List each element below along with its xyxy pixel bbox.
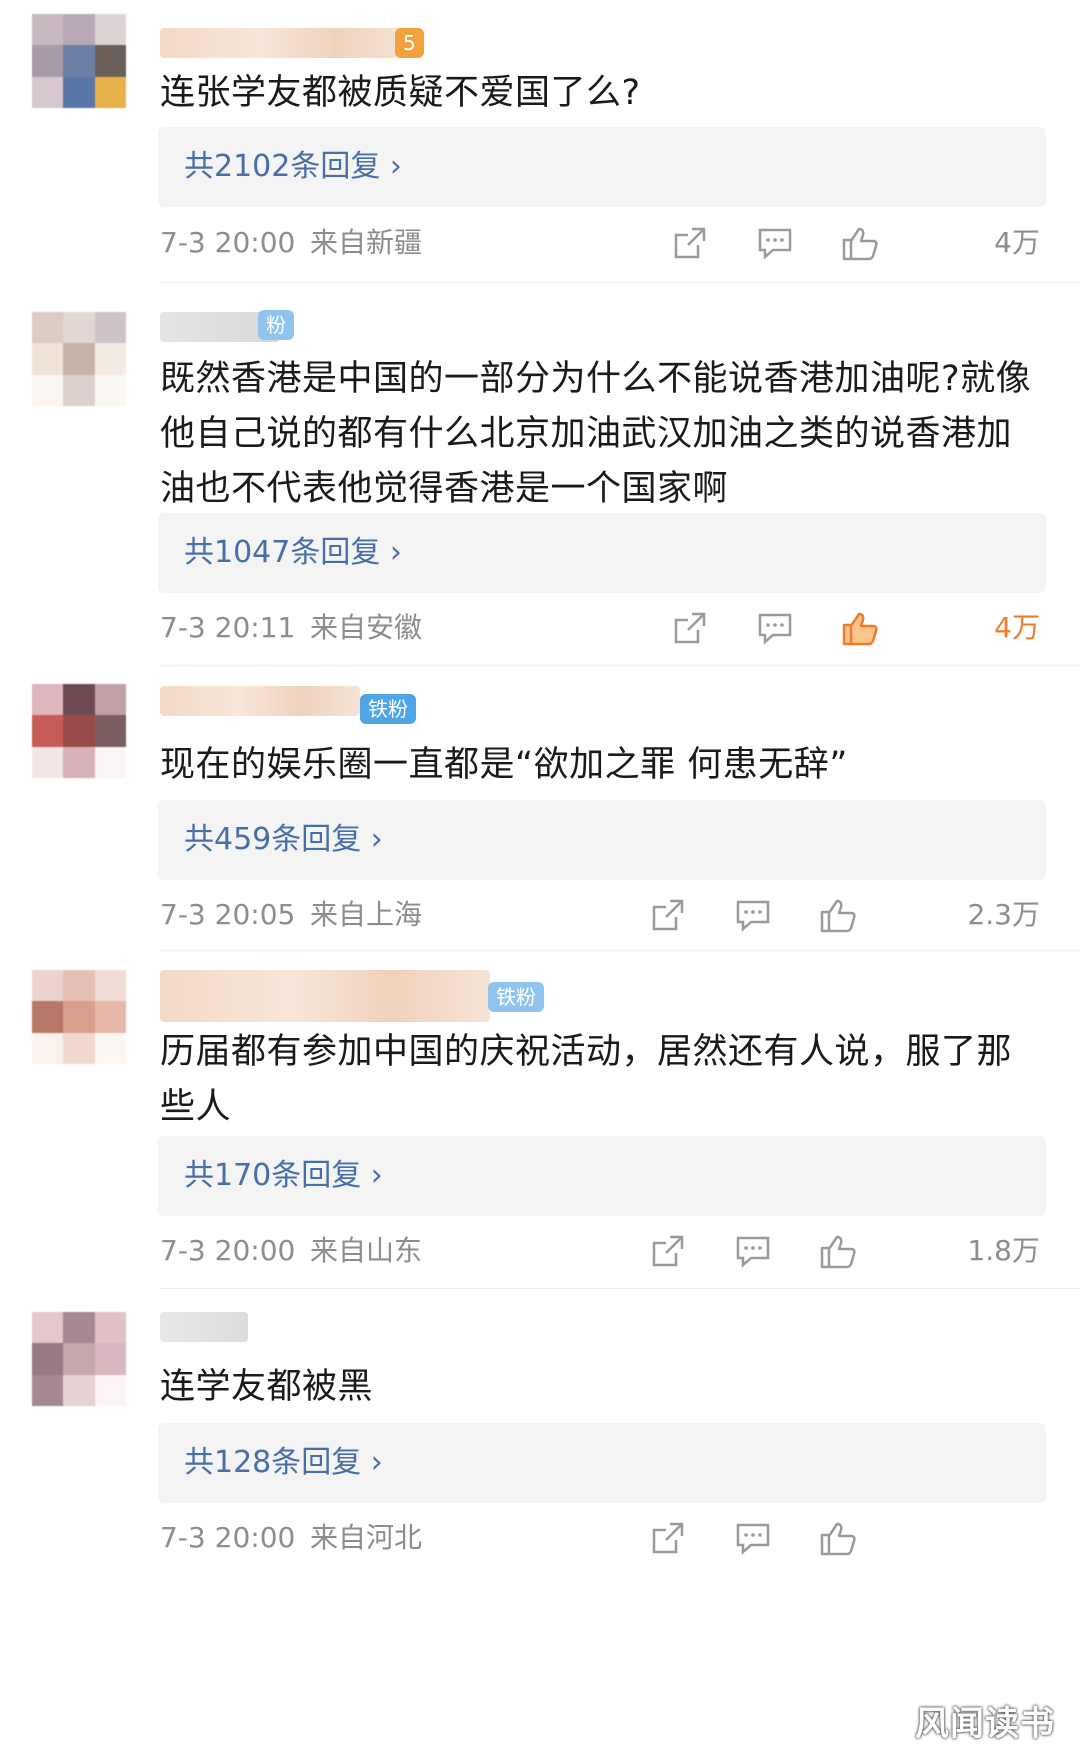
divider	[160, 282, 1080, 283]
share-icon[interactable]	[670, 223, 710, 263]
username[interactable]	[160, 1312, 248, 1342]
comment-icon[interactable]	[733, 1518, 773, 1558]
comment-text: 连张学友都被质疑不爱国了么?	[160, 73, 641, 113]
replies-label: 共459条回复 ›	[184, 822, 383, 857]
fan-badge: 铁粉	[488, 982, 544, 1012]
username[interactable]	[160, 970, 490, 1022]
timestamp: 7-3 20:11	[160, 611, 296, 644]
location: 来自山东	[310, 1234, 423, 1267]
thumbs-up-icon[interactable]	[818, 1231, 858, 1271]
location: 来自新疆	[310, 226, 423, 259]
share-icon[interactable]	[648, 1231, 688, 1271]
comment-text: 既然香港是中国的一部分为什么不能说香港加油呢?就像他自己说的都有什么北京加油武汉…	[160, 359, 1032, 509]
view-replies-button[interactable]: 共170条回复 ›	[158, 1136, 1046, 1216]
timestamp: 7-3 20:00	[160, 226, 296, 259]
watermark: 风闻读书	[915, 1704, 1055, 1744]
comment-meta: 7-3 20:05 来自上海 2.3万	[160, 890, 1040, 940]
avatar[interactable]	[32, 1312, 126, 1406]
like-count: 4万	[994, 226, 1040, 259]
like-count: 4万	[994, 611, 1040, 644]
location: 来自安徽	[310, 611, 423, 644]
replies-label: 共2102条回复 ›	[184, 149, 402, 184]
replies-label: 共128条回复 ›	[184, 1445, 383, 1480]
comment-meta: 7-3 20:00 来自山东 1.8万	[160, 1226, 1040, 1276]
fan-badge: 铁粉	[360, 694, 416, 724]
timestamp: 7-3 20:05	[160, 898, 296, 931]
comment-text: 现在的娱乐圈一直都是“欲加之罪 何患无辞”	[160, 745, 848, 785]
comment-icon[interactable]	[733, 1231, 773, 1271]
replies-label: 共170条回复 ›	[184, 1158, 383, 1193]
avatar[interactable]	[32, 684, 126, 778]
location: 来自上海	[310, 898, 423, 931]
view-replies-button[interactable]: 共2102条回复 ›	[158, 127, 1046, 207]
thumbs-up-icon[interactable]	[818, 895, 858, 935]
view-replies-button[interactable]: 共459条回复 ›	[158, 800, 1046, 880]
comment-meta: 7-3 20:11 来自安徽 4万	[160, 603, 1040, 653]
like-count: 2.3万	[967, 898, 1040, 931]
like-count: 1.8万	[967, 1234, 1040, 1267]
location: 来自河北	[310, 1521, 423, 1554]
view-replies-button[interactable]: 共128条回复 ›	[158, 1423, 1046, 1503]
share-icon[interactable]	[648, 1518, 688, 1558]
comment-meta: 7-3 20:00 来自河北	[160, 1513, 1040, 1563]
avatar[interactable]	[32, 970, 126, 1064]
fan-badge: 粉	[258, 310, 294, 340]
thumbs-up-icon[interactable]	[818, 1518, 858, 1558]
divider	[160, 1288, 1080, 1289]
thumbs-up-icon[interactable]	[840, 223, 880, 263]
comment-icon[interactable]	[755, 223, 795, 263]
avatar[interactable]	[32, 14, 126, 108]
divider	[160, 665, 1080, 666]
comment-text: 历届都有参加中国的庆祝活动，居然还有人说，服了那些人	[160, 1032, 1013, 1127]
level-badge: 5	[395, 28, 424, 58]
thumbs-up-icon-liked[interactable]	[840, 608, 880, 648]
view-replies-button[interactable]: 共1047条回复 ›	[158, 513, 1046, 593]
share-icon[interactable]	[648, 895, 688, 935]
comment-text: 连学友都被黑	[160, 1367, 374, 1407]
comment-meta: 7-3 20:00 来自新疆 4万	[160, 218, 1040, 268]
comment-icon[interactable]	[733, 895, 773, 935]
share-icon[interactable]	[670, 608, 710, 648]
avatar[interactable]	[32, 312, 126, 406]
timestamp: 7-3 20:00	[160, 1521, 296, 1554]
divider	[160, 950, 1080, 951]
timestamp: 7-3 20:00	[160, 1234, 296, 1267]
username[interactable]	[160, 686, 360, 716]
comment-icon[interactable]	[755, 608, 795, 648]
replies-label: 共1047条回复 ›	[184, 535, 402, 570]
username[interactable]	[160, 28, 410, 58]
